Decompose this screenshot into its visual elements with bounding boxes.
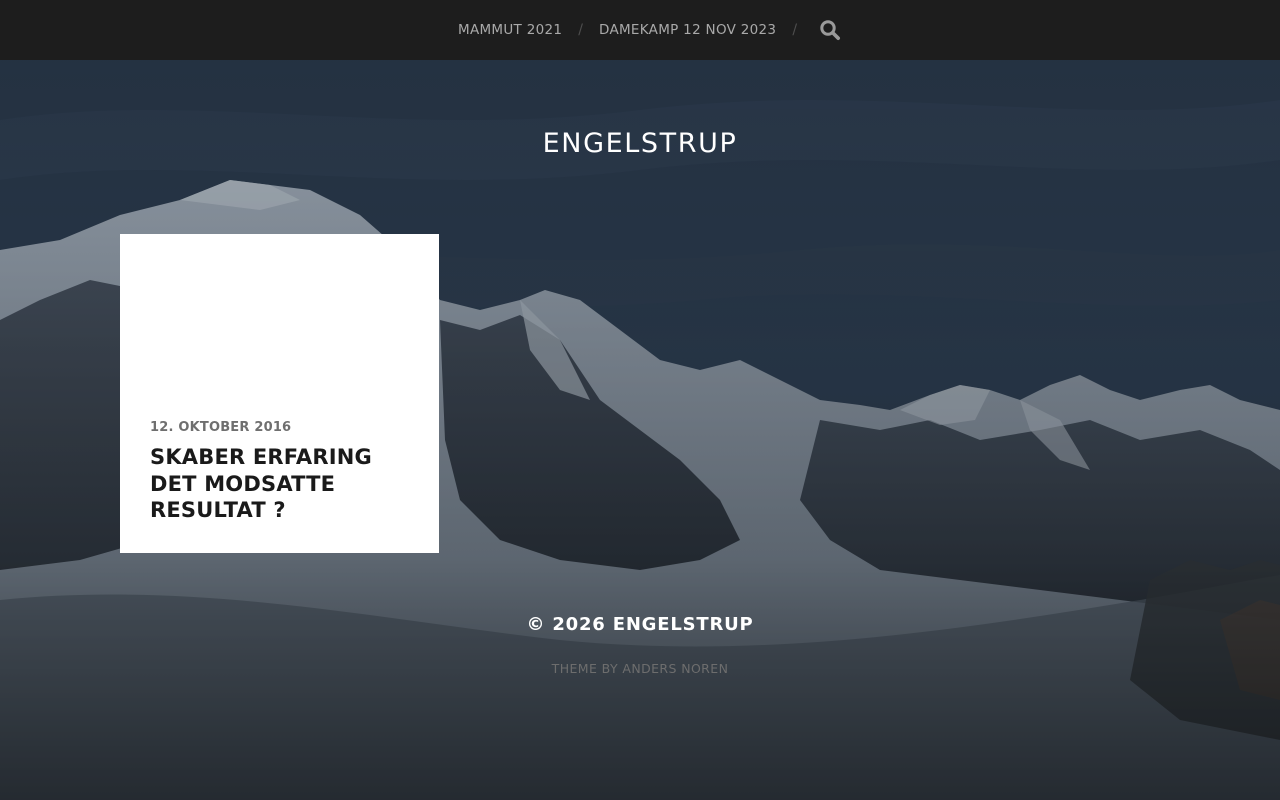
top-navigation-bar: MAMMUT 2021 / DAMEKAMP 12 NOV 2023 /: [0, 0, 1280, 60]
copyright-line: © 2026 ENGELSTRUP: [0, 614, 1280, 635]
menu-item-damekamp[interactable]: DAMEKAMP 12 NOV 2023: [599, 22, 776, 38]
theme-credit-prefix: THEME BY: [551, 661, 618, 676]
search-icon[interactable]: [819, 19, 841, 41]
theme-credit: THEME BY ANDERS NOREN: [0, 661, 1280, 676]
menu-separator: /: [792, 22, 798, 38]
primary-menu: MAMMUT 2021 / DAMEKAMP 12 NOV 2023 /: [458, 0, 841, 60]
post-title[interactable]: SKABER ERFARING DET MODSATTE RESULTAT ?: [150, 444, 400, 524]
theme-author-link[interactable]: ANDERS NOREN: [622, 661, 728, 676]
menu-item-mammut-2021[interactable]: MAMMUT 2021: [458, 22, 562, 38]
post-date[interactable]: 12. OKTOBER 2016: [150, 420, 291, 435]
site-credits: © 2026 ENGELSTRUP THEME BY ANDERS NOREN: [0, 614, 1280, 676]
footer-site-link[interactable]: ENGELSTRUP: [613, 614, 754, 635]
menu-separator: /: [578, 22, 583, 38]
copyright-text: © 2026: [526, 614, 606, 635]
site-title-link[interactable]: ENGELSTRUP: [543, 128, 738, 159]
site-title: ENGELSTRUP: [0, 128, 1280, 159]
post-preview-card[interactable]: 12. OKTOBER 2016 SKABER ERFARING DET MOD…: [120, 234, 439, 553]
